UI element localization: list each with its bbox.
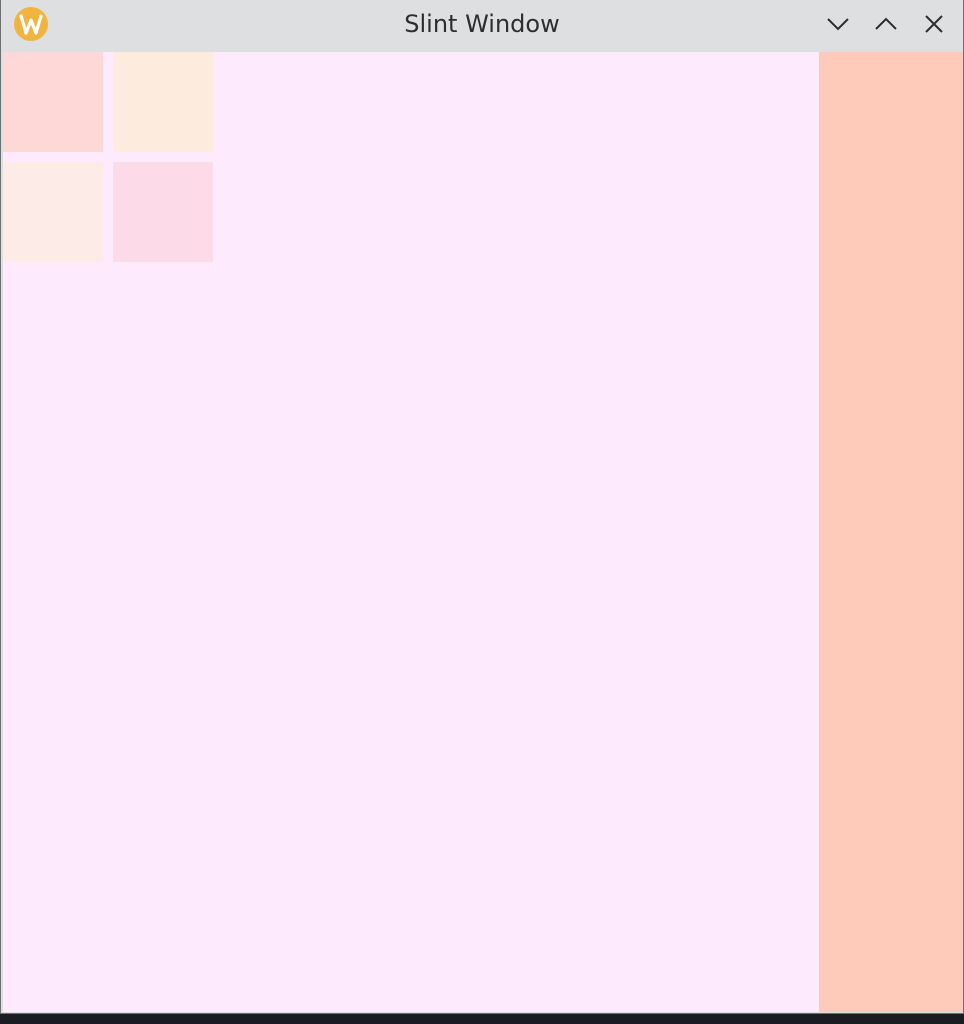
window-titlebar[interactable]: Slint Window (1, 0, 963, 51)
window-title: Slint Window (404, 10, 560, 38)
color-tile (3, 52, 103, 152)
close-icon (920, 10, 948, 38)
side-panel (819, 52, 963, 1012)
color-tile (3, 162, 103, 262)
chevron-up-icon (872, 10, 900, 38)
color-tile (113, 162, 213, 262)
app-window: Slint Window (0, 0, 964, 1014)
color-tile (113, 52, 213, 152)
minimize-button[interactable] (824, 10, 852, 38)
window-content-area (3, 52, 819, 1012)
maximize-button[interactable] (872, 10, 900, 38)
chevron-down-icon (824, 10, 852, 38)
close-button[interactable] (920, 10, 948, 38)
